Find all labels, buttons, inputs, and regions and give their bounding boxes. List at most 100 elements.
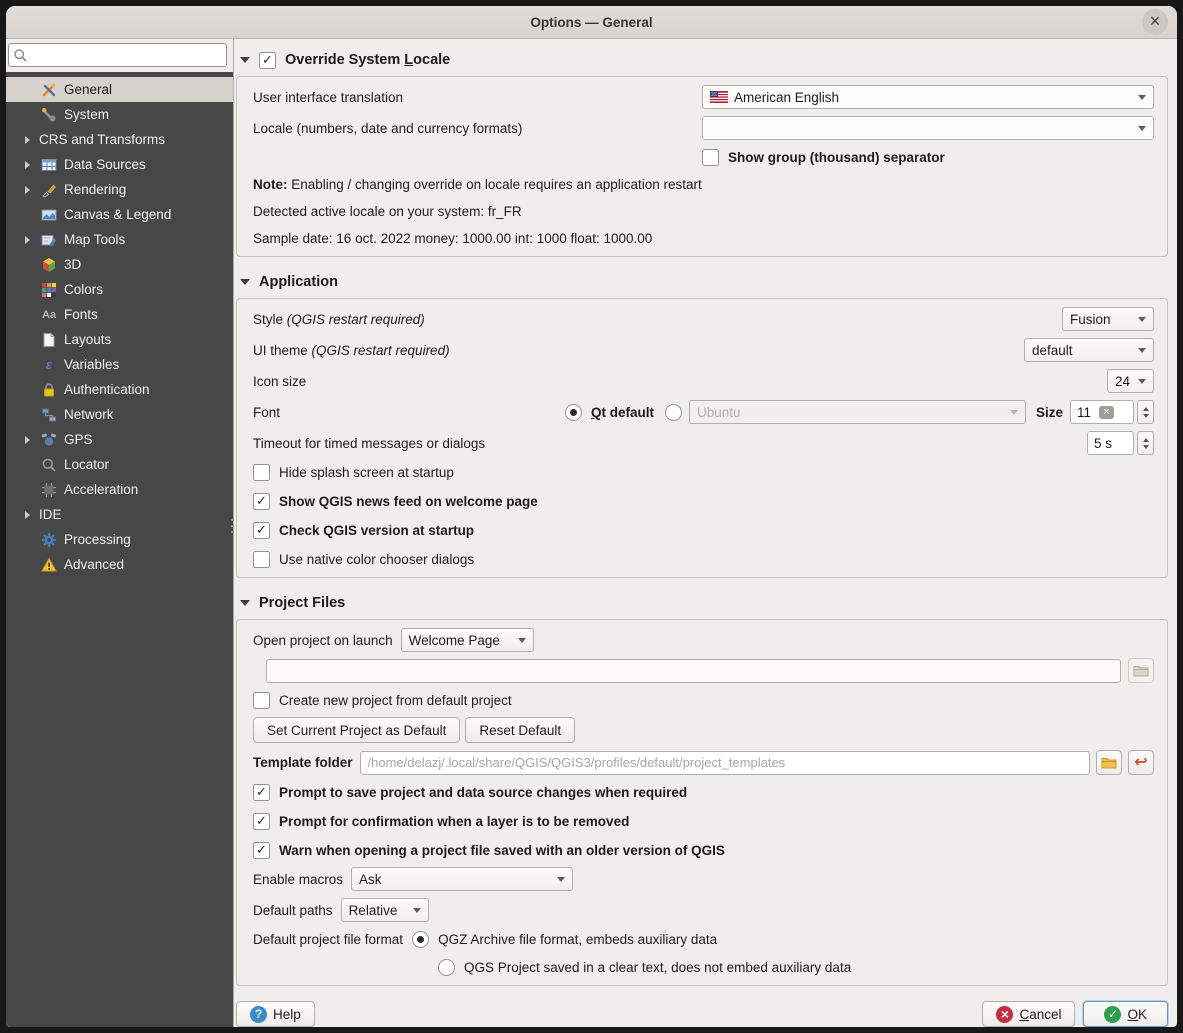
help-button[interactable]: Help [236,1001,315,1027]
rendering-icon [39,182,59,198]
qt-default-font-label[interactable]: Qt default [591,405,654,420]
create-from-default-checkbox[interactable] [253,691,270,709]
variables-icon: ε [45,357,53,372]
ok-button[interactable]: OK [1083,1001,1168,1027]
set-current-default-button[interactable]: Set Current Project as Default [253,717,461,743]
create-from-default-label[interactable]: Create new project from default project [279,693,512,708]
sidebar-item-canvas-legend[interactable]: Canvas & Legend [6,202,233,227]
locale-format-label: Locale (numbers, date and currency forma… [253,120,523,136]
sidebar-item-gps[interactable]: GPS [6,427,233,452]
layouts-icon [39,332,59,348]
section-title: Project Files [259,595,346,611]
qgz-format-radio[interactable] [412,930,430,948]
qgs-format-label[interactable]: QGS Project saved in a clear text, does … [464,960,851,975]
default-paths-select[interactable]: Relative [340,898,429,922]
ui-translation-label: User interface translation [253,89,404,105]
qt-default-font-radio[interactable] [564,403,582,421]
sidebar-item-rendering[interactable]: Rendering [6,177,233,202]
sidebar-item-layouts[interactable]: Layouts [6,327,233,352]
reset-default-button[interactable]: Reset Default [465,717,576,743]
reset-template-folder-icon[interactable] [1128,750,1154,775]
news-feed-label[interactable]: Show QGIS news feed on welcome page [279,494,538,509]
sidebar-item-data-sources[interactable]: Data Sources [6,152,233,177]
authentication-icon [39,382,59,398]
spin-up-icon[interactable] [1142,406,1149,411]
sidebar-item-3d[interactable]: 3D [6,252,233,277]
specific-project-path-input[interactable] [266,658,1121,683]
font-family-select: Ubuntu [688,400,1026,424]
general-settings-panel: Override System Locale User interface tr… [234,39,1177,1027]
locale-format-select[interactable] [702,116,1154,140]
expand-arrow-icon[interactable] [25,135,30,144]
hide-splash-checkbox[interactable] [253,463,270,481]
custom-font-radio[interactable] [664,403,682,421]
section-override-system-locale: Override System Locale User interface tr… [234,50,1168,257]
spin-up-icon[interactable] [1142,437,1149,442]
style-select[interactable]: Fusion [1062,307,1154,331]
prompt-save-label[interactable]: Prompt to save project and data source c… [279,785,687,800]
sidebar-item-fonts[interactable]: Aa Fonts [6,302,233,327]
expand-arrow-icon[interactable] [25,435,30,444]
sidebar-item-locator[interactable]: Locator [6,452,233,477]
prompt-layer-removal-label[interactable]: Prompt for confirmation when a layer is … [279,814,629,829]
group-separator-label[interactable]: Show group (thousand) separator [728,150,945,165]
warn-older-version-label[interactable]: Warn when opening a project file saved w… [279,843,725,858]
gps-icon [39,432,59,448]
template-folder-input[interactable] [359,750,1090,775]
check-version-label[interactable]: Check QGIS version at startup [279,523,474,538]
ui-translation-select[interactable]: American English [702,85,1154,109]
collapse-arrow-icon[interactable] [240,279,250,285]
chevron-down-icon [557,876,566,882]
expand-arrow-icon[interactable] [25,160,30,169]
qgs-format-radio[interactable] [438,958,455,976]
ui-theme-select[interactable]: default [1024,338,1154,362]
browse-template-folder-icon[interactable] [1096,750,1122,775]
sidebar-item-variables[interactable]: ε Variables [6,352,233,377]
canvas-legend-icon [39,207,59,223]
collapse-arrow-icon[interactable] [240,600,250,606]
sidebar-item-network[interactable]: Network [6,402,233,427]
native-color-checkbox[interactable] [253,550,270,568]
close-icon[interactable] [1142,9,1168,35]
sidebar-item-ide[interactable]: IDE [6,502,233,527]
browse-project-folder-icon [1128,658,1154,683]
prompt-layer-removal-checkbox[interactable] [253,812,270,830]
sidebar-item-general[interactable]: General [6,77,233,102]
sidebar-item-crs-and-transforms[interactable]: CRS and Transforms [6,127,233,152]
prompt-save-checkbox[interactable] [253,783,270,801]
collapse-arrow-icon[interactable] [240,57,250,63]
check-version-checkbox[interactable] [253,521,270,539]
sidebar-item-acceleration[interactable]: Acceleration [6,477,233,502]
chevron-down-icon [1138,378,1147,384]
cancel-button[interactable]: Cancel [982,1001,1076,1027]
override-locale-checkbox[interactable] [259,51,276,69]
search-input[interactable] [33,45,227,65]
enable-macros-select[interactable]: Ask [351,867,574,891]
native-color-label[interactable]: Use native color chooser dialogs [279,552,474,567]
sidebar-item-advanced[interactable]: Advanced [6,552,233,577]
open-project-select[interactable]: Welcome Page [400,628,534,652]
sidebar-item-processing[interactable]: Processing [6,527,233,552]
icon-size-select[interactable]: 24 [1107,369,1154,393]
settings-sidebar: General System CRS and Transforms Data S… [6,39,234,1027]
warn-older-version-checkbox[interactable] [253,841,270,859]
clear-icon[interactable] [1099,405,1115,419]
general-icon [39,82,59,98]
sidebar-item-colors[interactable]: Colors [6,277,233,302]
expand-arrow-icon[interactable] [25,235,30,244]
sidebar-item-system[interactable]: System [6,102,233,127]
hide-splash-label[interactable]: Hide splash screen at startup [279,465,454,480]
qgz-format-label[interactable]: QGZ Archive file format, embeds auxiliar… [438,932,717,947]
file-format-label: Default project file format [253,931,404,947]
spin-down-icon[interactable] [1142,413,1149,418]
spin-down-icon[interactable] [1142,444,1149,449]
sidebar-item-authentication[interactable]: Authentication [6,377,233,402]
enable-macros-label: Enable macros [253,871,344,887]
template-folder-label: Template folder [253,755,353,770]
group-separator-checkbox[interactable] [702,148,719,166]
us-flag-icon [710,91,728,103]
sidebar-item-map-tools[interactable]: Map Tools [6,227,233,252]
expand-arrow-icon[interactable] [25,185,30,194]
news-feed-checkbox[interactable] [253,492,270,510]
expand-arrow-icon[interactable] [25,510,30,519]
